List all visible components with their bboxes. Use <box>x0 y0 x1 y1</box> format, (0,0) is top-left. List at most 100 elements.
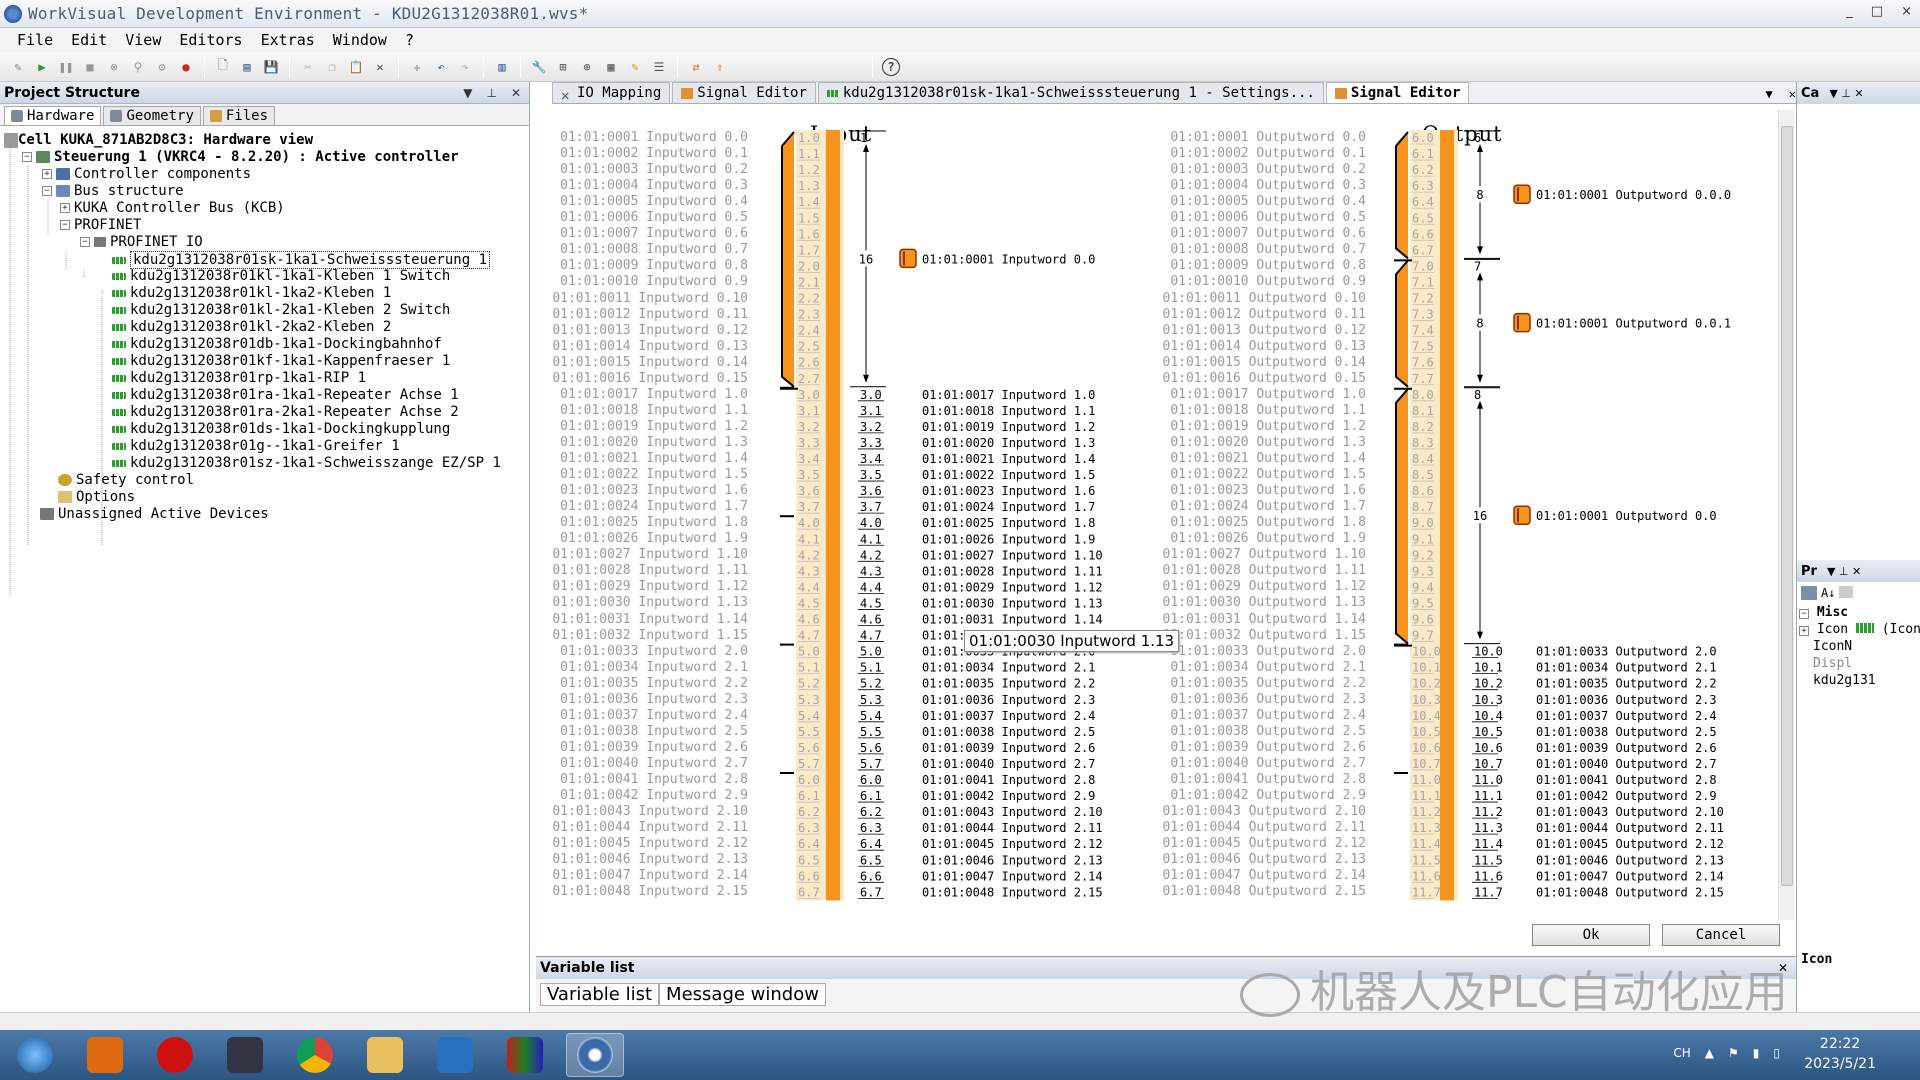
delete-icon[interactable]: ✕ <box>371 58 389 76</box>
input-signal-row[interactable]: 01:01:0027 Inputword 1.10 <box>544 547 748 562</box>
output-signal-row[interactable]: 01:01:0020 Outputword 1.3 <box>1144 435 1366 450</box>
collapse-icon[interactable]: − <box>1799 609 1809 619</box>
tab-variable-list[interactable]: Variable list <box>540 983 660 1006</box>
tree-node-device[interactable]: kdu2g1312038r01g--1ka1-Greifer 1 <box>112 438 400 454</box>
deploy-icon[interactable]: ⇪ <box>711 58 729 76</box>
output-signal-row[interactable]: 01:01:0028 Outputword 1.11 <box>1144 563 1367 578</box>
input-signal-row[interactable]: 01:01:0014 Inputword 0.13 <box>544 339 748 354</box>
tree-node-device[interactable]: kdu2g1312038r01rp-1ka1-RIP 1 <box>112 370 366 386</box>
expand-icon[interactable]: + <box>42 169 52 179</box>
pin-icon[interactable]: ▼ ⊥ ✕ <box>1829 87 1863 100</box>
minimize-button[interactable]: _ <box>1846 4 1853 19</box>
output-signal-row[interactable]: 01:01:0001 Outputword 0.0 <box>1144 130 1366 145</box>
taskbar-app[interactable] <box>216 1033 274 1077</box>
input-signal-row[interactable]: 01:01:0029 Inputword 1.12 <box>544 579 748 594</box>
stop-icon[interactable]: ■ <box>81 58 99 76</box>
input-signal-row[interactable]: 01:01:0023 Inputword 1.6 <box>544 483 748 498</box>
menu-editors[interactable]: Editors <box>170 31 251 49</box>
output-signal-row[interactable]: 01:01:0046 Outputword 2.13 <box>1144 852 1367 867</box>
list-icon[interactable]: ☰ <box>650 58 668 76</box>
tree-node-options[interactable]: Options <box>58 489 135 505</box>
tree-node-profinet[interactable]: − PROFINET <box>60 217 141 233</box>
tab-signal-editor[interactable]: Signal Editor <box>672 82 816 103</box>
output-signal-row[interactable]: 01:01:0009 Outputword 0.8 <box>1144 258 1366 273</box>
output-signal-row[interactable]: 01:01:0043 Outputword 2.10 <box>1144 804 1367 819</box>
tree-node-unassigned[interactable]: Unassigned Active Devices <box>40 506 269 522</box>
tree-node-device-selected[interactable]: kdu2g1312038r01sk-1ka1-Schweisssteuerung… <box>112 251 491 269</box>
taskbar-app-workvisual[interactable] <box>566 1033 624 1077</box>
input-signal-row[interactable]: 01:01:0013 Inputword 0.12 <box>544 323 748 338</box>
output-signal-row[interactable]: 01:01:0042 Outputword 2.9 <box>1144 788 1366 803</box>
output-signal-row[interactable]: 01:01:0048 Outputword 2.15 <box>1144 884 1367 899</box>
input-signal-row[interactable]: 01:01:0018 Inputword 1.1 <box>544 403 748 418</box>
record-icon[interactable]: ● <box>177 58 195 76</box>
sort-icon[interactable]: A↓ <box>1821 586 1835 600</box>
input-signal-row[interactable]: 01:01:0020 Inputword 1.3 <box>544 435 748 450</box>
menu-view[interactable]: View <box>116 31 170 49</box>
output-signal-row[interactable]: 01:01:0005 Outputword 0.4 <box>1144 194 1366 209</box>
cancel-icon[interactable]: ⊗ <box>105 58 123 76</box>
input-signal-row[interactable]: 01:01:0006 Inputword 0.5 <box>544 210 748 225</box>
input-signal-row[interactable]: 01:01:0038 Inputword 2.5 <box>544 724 748 739</box>
edit-icon[interactable]: ✎ <box>626 58 644 76</box>
menu-window[interactable]: Window <box>324 31 396 49</box>
output-signal-row[interactable]: 01:01:0003 Outputword 0.2 <box>1144 162 1366 177</box>
output-signal-row[interactable]: 01:01:0044 Outputword 2.11 <box>1144 820 1367 835</box>
network-icon[interactable]: ⊞ <box>554 58 572 76</box>
input-signal-row[interactable]: 01:01:0019 Inputword 1.2 <box>544 419 748 434</box>
tab-signal-editor-active[interactable]: Signal Editor <box>1325 82 1470 103</box>
input-signal-row[interactable]: 01:01:0034 Inputword 2.1 <box>544 660 748 675</box>
new-icon[interactable]: 🗋 <box>214 58 232 76</box>
start-button[interactable] <box>6 1033 64 1077</box>
input-signal-row[interactable]: 01:01:0032 Inputword 1.15 <box>544 628 748 643</box>
input-signal-row[interactable]: 01:01:0021 Inputword 1.4 <box>544 451 748 466</box>
output-signal-row[interactable]: 01:01:0013 Outputword 0.12 <box>1144 323 1367 338</box>
input-signal-row[interactable]: 01:01:0041 Inputword 2.8 <box>544 772 748 787</box>
tool-icon[interactable]: ✎ <box>9 58 27 76</box>
signal-icon[interactable]: ▮ <box>1753 1046 1760 1060</box>
pin-icon[interactable]: ⊥ <box>486 86 496 100</box>
editor-scrollbar[interactable] <box>1778 110 1794 920</box>
output-signal-row[interactable]: 01:01:0026 Outputword 1.9 <box>1144 531 1366 546</box>
input-signal-row[interactable]: 01:01:0005 Inputword 0.4 <box>544 194 748 209</box>
output-signal-row[interactable]: 01:01:0040 Outputword 2.7 <box>1144 756 1366 771</box>
wrench-icon[interactable]: 🔧 <box>530 58 548 76</box>
output-signal-row[interactable]: 01:01:0018 Outputword 1.1 <box>1144 403 1366 418</box>
input-signal-row[interactable]: 01:01:0008 Inputword 0.7 <box>544 242 748 257</box>
output-signal-row[interactable]: 01:01:0041 Outputword 2.8 <box>1144 772 1366 787</box>
tree-node-kcb[interactable]: + KUKA Controller Bus (KCB) <box>60 200 285 216</box>
input-signal-row[interactable]: 01:01:0017 Inputword 1.0 <box>544 387 748 402</box>
input-signal-row[interactable]: 01:01:0046 Inputword 2.13 <box>544 852 748 867</box>
output-signal-row[interactable]: 01:01:0029 Outputword 1.12 <box>1144 579 1367 594</box>
help-icon[interactable]: ? <box>882 57 900 76</box>
cancel-button[interactable]: Cancel <box>1662 924 1780 946</box>
input-signal-row[interactable]: 01:01:0004 Inputword 0.3 <box>544 178 748 193</box>
taskbar-app[interactable] <box>286 1033 344 1077</box>
tree-node-device[interactable]: kdu2g1312038r01kl-1ka2-Kleben 1 <box>112 285 391 301</box>
menu-help[interactable]: ? <box>396 31 423 49</box>
add-icon[interactable]: ✚ <box>408 58 426 76</box>
close-icon[interactable]: ✕ <box>1789 87 1796 101</box>
collapse-icon[interactable]: − <box>42 186 52 196</box>
chart-icon[interactable]: ▦ <box>602 58 620 76</box>
input-signal-row[interactable]: 01:01:0043 Inputword 2.10 <box>544 804 748 819</box>
output-signal-row[interactable]: 01:01:0024 Outputword 1.7 <box>1144 499 1366 514</box>
zoom-icon[interactable]: ⊕ <box>578 58 596 76</box>
output-signal-row[interactable]: 01:01:0016 Outputword 0.15 <box>1144 371 1367 386</box>
flag-icon[interactable]: ⚑ <box>1728 1046 1739 1060</box>
output-signal-row[interactable]: 01:01:0017 Outputword 1.0 <box>1144 387 1366 402</box>
input-signal-row[interactable]: 01:01:0007 Inputword 0.6 <box>544 226 748 241</box>
output-signal-row[interactable]: 01:01:0006 Outputword 0.5 <box>1144 210 1366 225</box>
output-signal-row[interactable]: 01:01:0035 Outputword 2.2 <box>1144 676 1366 691</box>
tree-node-cell[interactable]: −Cell KUKA_871AB2D8C3: Hardware view <box>4 132 313 148</box>
output-signal-row[interactable]: 01:01:0004 Outputword 0.3 <box>1144 178 1366 193</box>
tree-node-controller[interactable]: − Steuerung 1 (VKRC4 - 8.2.20) : Active c… <box>22 149 459 165</box>
input-signal-row[interactable]: 01:01:0042 Inputword 2.9 <box>544 788 748 803</box>
output-signal-row[interactable]: 01:01:0030 Outputword 1.13 <box>1144 595 1367 610</box>
taskbar-app[interactable] <box>356 1033 414 1077</box>
output-signal-row[interactable]: 01:01:0025 Outputword 1.8 <box>1144 515 1366 530</box>
cut-icon[interactable]: ✂ <box>299 58 317 76</box>
tree-node-device[interactable]: kdu2g1312038r01db-1ka1-Dockingbahnhof <box>112 336 442 352</box>
input-signal-row[interactable]: 01:01:0012 Inputword 0.11 <box>544 307 748 322</box>
input-signal-row[interactable]: 01:01:0011 Inputword 0.10 <box>544 291 748 306</box>
